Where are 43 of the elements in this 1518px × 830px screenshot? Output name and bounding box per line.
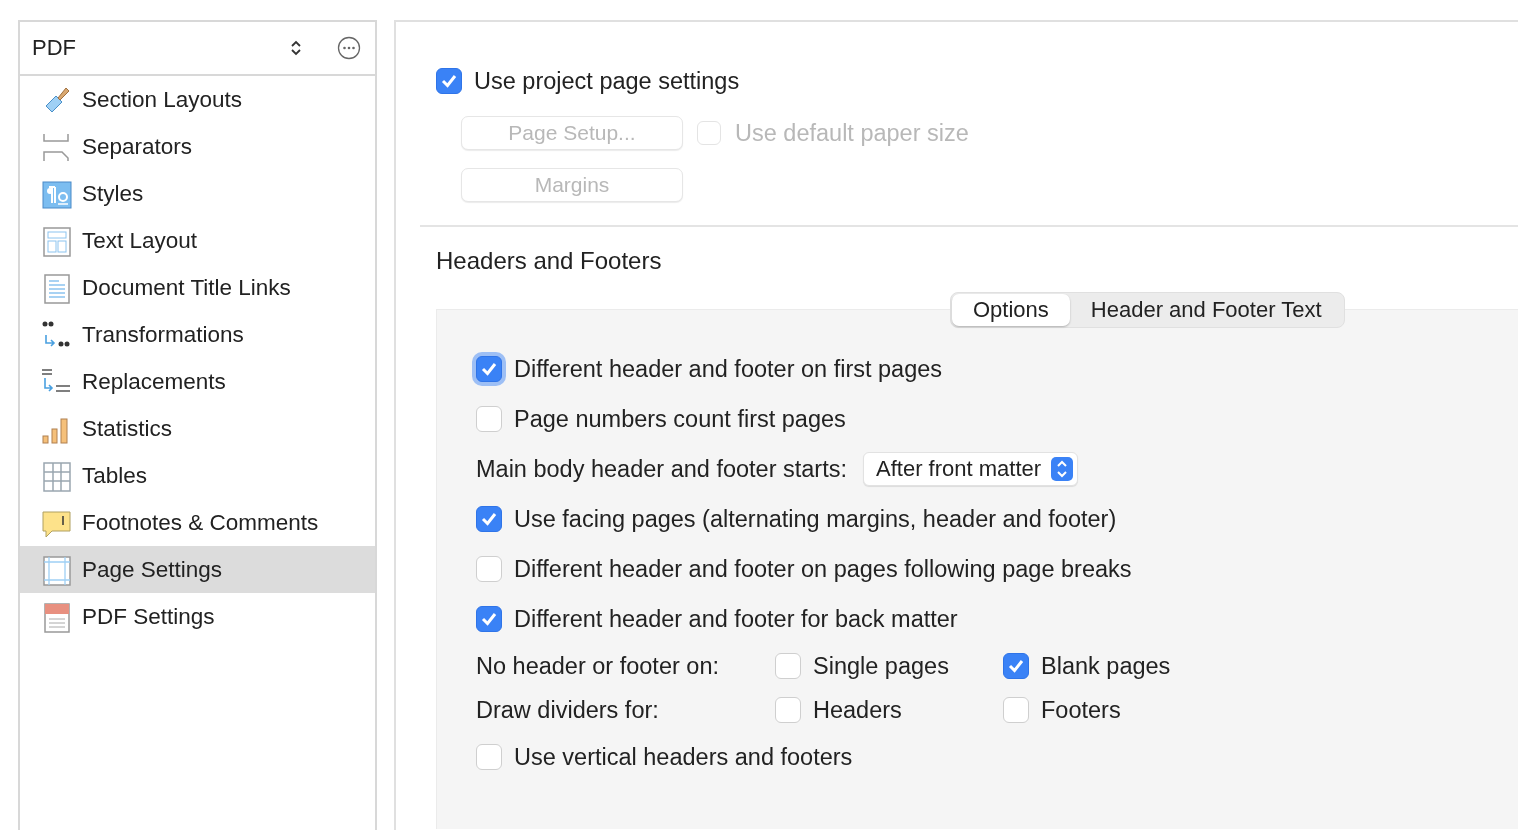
tab[interactable]: Header and Footer Text (1069, 294, 1343, 326)
select-label: Main body header and footer starts: (476, 455, 847, 483)
layout-icon (40, 224, 72, 257)
up-down-icon (1051, 457, 1074, 481)
checkbox-label: Different header and footer on first pages (514, 355, 943, 383)
checkbox-label: Use vertical headers and footers (514, 743, 853, 771)
format-selector[interactable]: PDF (32, 35, 291, 61)
tab[interactable]: Options (952, 294, 1070, 326)
checkbox[interactable] (476, 506, 502, 532)
more-icon[interactable] (337, 36, 361, 60)
sidebar-item[interactable]: Statistics (20, 405, 375, 452)
checkbox[interactable] (1003, 653, 1029, 679)
popup-menu[interactable]: After front matter (863, 452, 1079, 486)
checkbox-label: Different header and footer on pages following page breaks (514, 555, 1132, 583)
checkbox-label: Single pages (813, 652, 949, 680)
sidebar-item[interactable]: Footnotes & Comments (20, 499, 375, 546)
checkbox[interactable] (436, 68, 462, 94)
checkbox-label: Headers (813, 696, 902, 724)
sidebar-item[interactable]: Document Title Links (20, 264, 375, 311)
up-down-icon[interactable] (291, 40, 301, 56)
sidebar-item[interactable]: Styles (20, 170, 375, 217)
sidebar-item[interactable]: Separators (20, 123, 375, 170)
row-label: No header or footer on: (476, 652, 720, 680)
sidebar-item[interactable]: Section Layouts (20, 76, 375, 123)
sidebar-item[interactable]: Page Settings (20, 546, 375, 593)
popup-value: After front matter (876, 456, 1042, 482)
page-icon (40, 553, 72, 586)
checkbox-label: Blank pages (1041, 652, 1171, 680)
checkbox-label: Different header and footer for back matter (514, 605, 958, 633)
table-icon (40, 459, 72, 492)
sidebar-item[interactable]: Transformations (20, 311, 375, 358)
checkbox-label: Page numbers count first pages (514, 405, 846, 433)
sidebar-item[interactable]: PDF Settings (20, 593, 375, 640)
sidebar-item[interactable]: Text Layout (20, 217, 375, 264)
row-label: Draw dividers for: (476, 696, 660, 724)
checkbox-label: Use facing pages (alternating margins, header and footer) (514, 505, 1117, 533)
sidebar-item[interactable]: Replacements (20, 358, 375, 405)
checkbox-label: Footers (1041, 696, 1121, 724)
checkbox-label: Use project page settings (474, 67, 740, 95)
section-title: Headers and Footers (435, 247, 663, 275)
sidebar-item[interactable]: Tables (20, 452, 375, 499)
checkbox-label: Use default paper size (735, 119, 969, 147)
checkbox[interactable] (476, 606, 502, 632)
